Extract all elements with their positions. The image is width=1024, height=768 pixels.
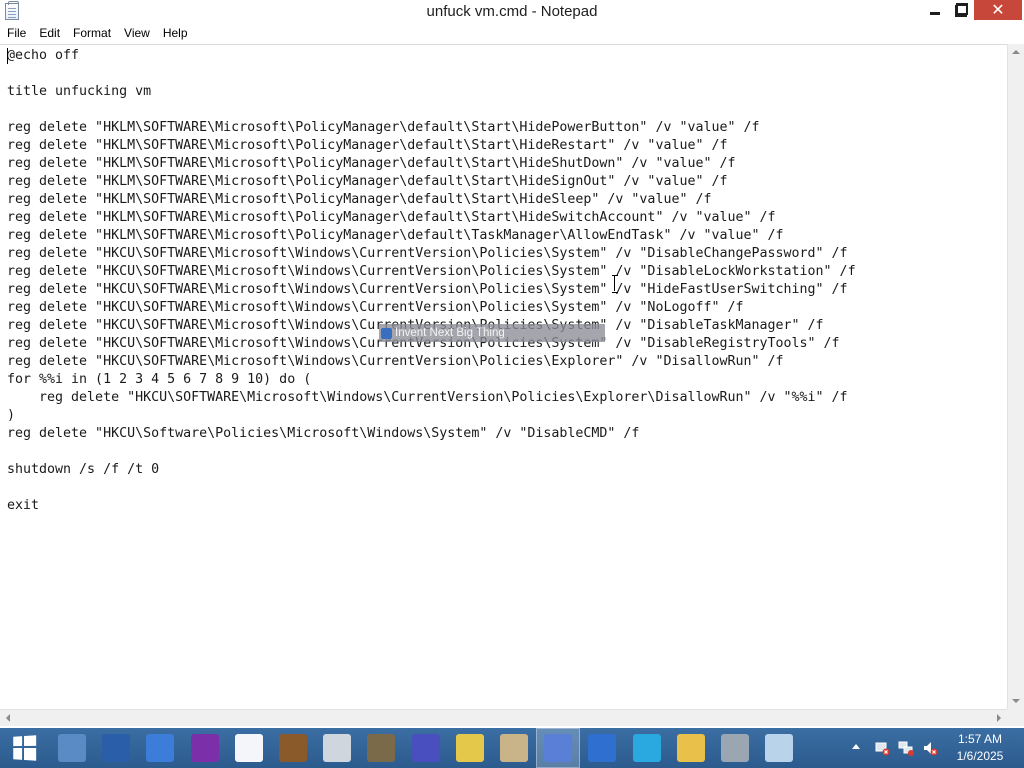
overlay-text: Invent Next Big Thing <box>395 327 505 339</box>
editor-line: reg delete "HKCU\SOFTWARE\Microsoft\Wind… <box>7 282 848 297</box>
editor-line: reg delete "HKLM\SOFTWARE\Microsoft\Poli… <box>7 156 736 171</box>
menu-file[interactable]: File <box>0 23 32 43</box>
powershell-icon <box>102 734 130 762</box>
editor-line: reg delete "HKCU\SOFTWARE\Microsoft\Wind… <box>7 246 848 261</box>
tray-chevron-icon[interactable] <box>852 744 860 749</box>
editor-line: reg delete "HKLM\SOFTWARE\Microsoft\Poli… <box>7 138 728 153</box>
camera-app-taskbar-button[interactable] <box>315 728 359 768</box>
scroll-left-icon[interactable] <box>6 714 10 722</box>
paint-palette-icon <box>500 734 528 762</box>
overlay-banner: Invent Next Big Thing <box>379 324 605 342</box>
menu-help[interactable]: Help <box>156 23 194 43</box>
server-manager-taskbar-button[interactable] <box>50 728 94 768</box>
editor-line: reg delete "HKLM\SOFTWARE\Microsoft\Poli… <box>7 210 776 225</box>
taskbar: 1:57 AM 1/6/2025 <box>0 728 1024 768</box>
yahoo-messenger-taskbar-button[interactable] <box>183 728 227 768</box>
file-explorer-icon <box>677 734 705 762</box>
editor-line: reg delete "HKLM\SOFTWARE\Microsoft\Poli… <box>7 228 784 243</box>
minimize-icon <box>930 11 940 15</box>
refresh-app-taskbar-button[interactable] <box>138 728 182 768</box>
windows-logo-icon <box>13 735 37 761</box>
vertical-scrollbar[interactable] <box>1007 44 1024 709</box>
system-clock[interactable]: 1:57 AM 1/6/2025 <box>944 731 1016 765</box>
close-button[interactable]: ✕ <box>974 0 1022 20</box>
editor-line: ) <box>7 408 16 423</box>
start-button[interactable] <box>0 728 48 768</box>
blue-creature-icon <box>544 734 572 762</box>
ibeam-cursor-icon <box>612 275 618 293</box>
clock-date: 1/6/2025 <box>956 749 1004 763</box>
title-bar[interactable]: unfuck vm.cmd - Notepad ✕ <box>0 0 1024 23</box>
horizontal-scrollbar[interactable] <box>0 709 1007 726</box>
w-app-taskbar-button[interactable] <box>625 728 669 768</box>
blank-document-taskbar-button[interactable] <box>227 728 271 768</box>
editor-line: title unfucking vm <box>7 84 152 99</box>
text-editor-area[interactable]: @echo off title unfucking vm reg delete "H… <box>0 44 1007 709</box>
text-caret <box>7 48 8 64</box>
minecraft-chest-taskbar-button[interactable] <box>271 728 315 768</box>
editor-line: reg delete "HKCU\SOFTWARE\Microsoft\Wind… <box>7 354 784 369</box>
minecraft-chest-icon <box>279 734 307 762</box>
network-puzzle-taskbar-button[interactable] <box>713 728 757 768</box>
editor-line: reg delete "HKLM\SOFTWARE\Microsoft\Poli… <box>7 120 760 135</box>
restore-button[interactable] <box>948 0 974 20</box>
editor-line: for %%i in (1 2 3 4 5 6 7 8 9 10) do ( <box>7 372 312 387</box>
powershell-taskbar-button[interactable] <box>94 728 138 768</box>
virus-icon <box>412 734 440 762</box>
editor-line: reg delete "HKCU\SOFTWARE\Microsoft\Wind… <box>7 300 744 315</box>
blank-document-icon <box>235 734 263 762</box>
network-status-icon[interactable] <box>898 740 914 756</box>
menu-format[interactable]: Format <box>66 23 117 43</box>
minimize-button[interactable] <box>922 0 948 20</box>
monitor-99-icon <box>456 734 484 762</box>
window-title: unfuck vm.cmd - Notepad <box>426 3 598 20</box>
gimp-taskbar-button[interactable] <box>359 728 403 768</box>
editor-line: exit <box>7 498 40 513</box>
camera-app-icon <box>323 734 351 762</box>
scroll-down-icon[interactable] <box>1012 699 1020 703</box>
server-manager-icon <box>58 734 86 762</box>
volume-muted-icon[interactable] <box>922 740 938 756</box>
letter-a-app-icon <box>588 734 616 762</box>
scroll-right-icon[interactable] <box>997 714 1001 722</box>
w-app-icon <box>633 734 661 762</box>
editor-line: @echo off <box>7 48 80 63</box>
yahoo-messenger-icon <box>191 734 219 762</box>
virus-taskbar-button[interactable] <box>404 728 448 768</box>
scroll-up-icon[interactable] <box>1012 50 1020 54</box>
clock-time: 1:57 AM <box>957 732 1003 746</box>
editor-line: reg delete "HKLM\SOFTWARE\Microsoft\Poli… <box>7 174 728 189</box>
close-icon: ✕ <box>991 0 1005 19</box>
editor-text[interactable]: @echo off title unfucking vm reg delete "H… <box>7 47 856 515</box>
menu-view[interactable]: View <box>117 23 156 43</box>
menu-bar: File Edit Format View Help <box>0 23 1024 43</box>
monitor-99-taskbar-button[interactable] <box>448 728 492 768</box>
gimp-icon <box>367 734 395 762</box>
network-puzzle-icon <box>721 734 749 762</box>
scroll-corner <box>1007 709 1024 726</box>
file-explorer-taskbar-button[interactable] <box>669 728 713 768</box>
letter-a-app-taskbar-button[interactable] <box>580 728 624 768</box>
restore-icon <box>954 3 968 17</box>
overlay-logo-icon <box>381 327 392 339</box>
notepad-icon <box>765 734 793 762</box>
editor-line: shutdown /s /f /t 0 <box>7 462 160 477</box>
editor-line: reg delete "HKLM\SOFTWARE\Microsoft\Poli… <box>7 192 712 207</box>
editor-line: reg delete "HKCU\Software\Policies\Micro… <box>7 426 640 441</box>
editor-line: reg delete "HKCU\SOFTWARE\Microsoft\Wind… <box>7 390 848 405</box>
blue-creature-taskbar-button[interactable] <box>536 728 580 768</box>
menu-edit[interactable]: Edit <box>32 23 66 43</box>
paint-palette-taskbar-button[interactable] <box>492 728 536 768</box>
editor-line: reg delete "HKCU\SOFTWARE\Microsoft\Wind… <box>7 264 856 279</box>
notepad-taskbar-button[interactable] <box>757 728 801 768</box>
network-error-icon[interactable] <box>874 740 890 756</box>
refresh-app-icon <box>146 734 174 762</box>
